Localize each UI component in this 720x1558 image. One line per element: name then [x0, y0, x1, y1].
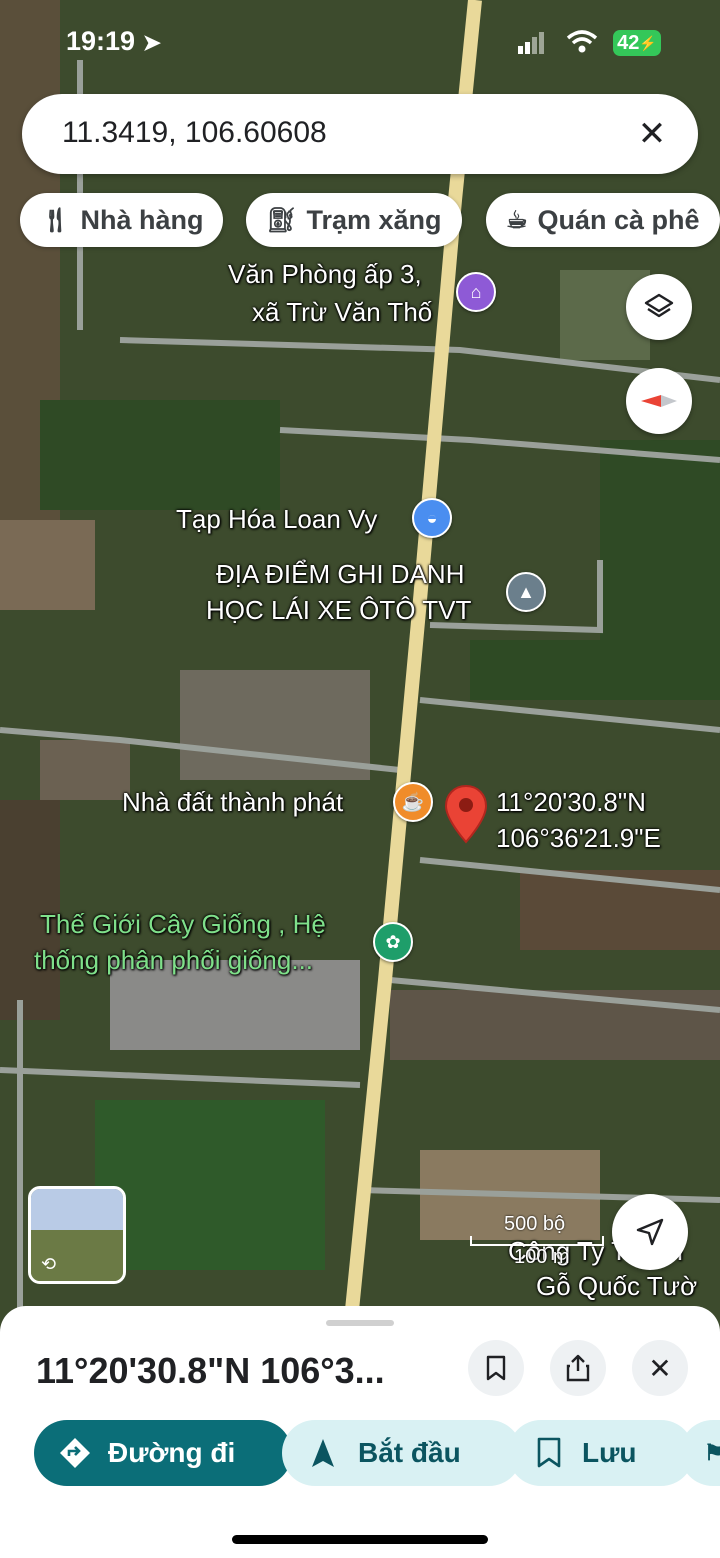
place-label-the-gioi-line2[interactable]: thống phân phối giống...	[34, 944, 313, 976]
place-label-go-quoc[interactable]: Gỗ Quốc Tườ	[536, 1270, 697, 1302]
compass-button[interactable]	[626, 368, 692, 434]
save-icon-button[interactable]	[468, 1340, 524, 1396]
my-location-button[interactable]	[612, 1194, 688, 1270]
chip-restaurants[interactable]: 🍴︎ Nhà hàng	[20, 193, 224, 247]
chip-label: Nhà hàng	[80, 204, 204, 235]
place-label-van-phong-line2[interactable]: xã Trừ Văn Thố	[252, 296, 432, 328]
share-icon	[566, 1354, 590, 1382]
pin-longitude-label: 106°36'21.9"E	[496, 823, 661, 853]
flag-icon: ⚑	[704, 1440, 720, 1465]
drag-handle[interactable]	[326, 1320, 394, 1326]
charging-bolt-icon: ⚡	[639, 34, 657, 51]
directions-label: Đường đi	[108, 1437, 236, 1468]
close-icon: ✕	[648, 1352, 672, 1384]
more-actions-partial[interactable]: ⚑	[680, 1420, 720, 1486]
government-building-icon[interactable]: ⌂	[456, 272, 496, 312]
layers-button[interactable]	[626, 274, 692, 340]
scale-metric: 100 m	[514, 1246, 570, 1268]
compass-icon	[641, 395, 677, 407]
share-button[interactable]	[550, 1340, 606, 1396]
start-label: Bắt đầu	[358, 1437, 461, 1468]
start-button[interactable]: Bắt đầu	[282, 1420, 522, 1486]
place-label-van-phong[interactable]: Văn Phòng ấp 3,	[228, 258, 422, 290]
pin-latitude-label: 11°20'30.8"N	[496, 787, 646, 817]
chip-label: Quán cà phê	[537, 204, 700, 235]
cafe-cup-icon[interactable]: ☕	[393, 782, 433, 822]
fork-knife-icon: 🍴︎	[40, 206, 71, 234]
flower-icon[interactable]: ✿	[373, 922, 413, 962]
battery-level: 42	[617, 31, 640, 54]
place-label-tap-hoa[interactable]: Tạp Hóa Loan Vy	[176, 503, 377, 535]
location-pin-icon[interactable]	[444, 784, 488, 846]
cellular-signal-icon	[518, 32, 544, 54]
search-input[interactable]: 11.3419, 106.60608	[62, 116, 327, 150]
save-label: Lưu	[582, 1437, 637, 1468]
place-bottom-sheet[interactable]: 11°20'30.8"N 106°3... ✕ Đường đi Bắt đầu…	[0, 1306, 720, 1558]
map-scale: 500 bộ 100 m	[470, 1213, 604, 1269]
home-indicator	[232, 1535, 488, 1544]
location-arrow-icon: ➤	[142, 30, 162, 55]
close-sheet-button[interactable]: ✕	[632, 1340, 688, 1396]
chip-coffee[interactable]: ☕︎ Quán cà phê	[486, 193, 720, 247]
street-view-sky	[31, 1189, 123, 1231]
bookmark-icon	[486, 1355, 506, 1381]
layers-icon	[644, 293, 674, 318]
close-icon[interactable]: ✕	[630, 112, 674, 156]
save-button[interactable]: Lưu	[508, 1420, 694, 1486]
battery-indicator: 42 ⚡	[613, 30, 661, 56]
place-label-dia-diem-line2[interactable]: HỌC LÁI XE ÔTÔ TVT	[206, 594, 471, 626]
place-label-nha-dat[interactable]: Nhà đất thành phát	[122, 786, 343, 818]
place-label-the-gioi[interactable]: Thế Giới Cây Giống , Hệ	[40, 908, 326, 940]
scale-bar	[470, 1236, 604, 1246]
shopping-bag-icon[interactable]: ◒	[412, 498, 452, 538]
directions-button[interactable]: Đường đi	[34, 1420, 292, 1486]
chip-label: Trạm xăng	[306, 204, 442, 235]
gas-pump-icon: ⛽︎	[266, 206, 297, 234]
place-label-dia-diem[interactable]: ĐỊA ĐIỂM GHI DANH	[216, 558, 464, 590]
navigation-arrow-icon	[636, 1218, 664, 1246]
street-view-thumbnail[interactable]: ⟲	[28, 1186, 126, 1284]
wifi-icon	[566, 30, 598, 53]
status-bar: 19:19 ➤ 42 ⚡	[0, 0, 720, 80]
school-cap-icon[interactable]: ▲	[506, 572, 546, 612]
status-time: 19:19 ➤	[66, 26, 162, 56]
chip-gas-stations[interactable]: ⛽︎ Trạm xăng	[246, 193, 462, 247]
directions-icon	[60, 1438, 90, 1468]
bookmark-icon	[537, 1437, 561, 1468]
rotate-360-icon: ⟲	[41, 1254, 57, 1274]
navigation-arrow-icon	[312, 1439, 334, 1467]
coffee-cup-icon: ☕︎	[506, 206, 528, 234]
search-box[interactable]: 11.3419, 106.60608 ✕	[22, 94, 698, 174]
place-title: 11°20'30.8"N 106°3...	[36, 1350, 385, 1391]
scale-imperial: 500 bộ	[504, 1213, 566, 1235]
